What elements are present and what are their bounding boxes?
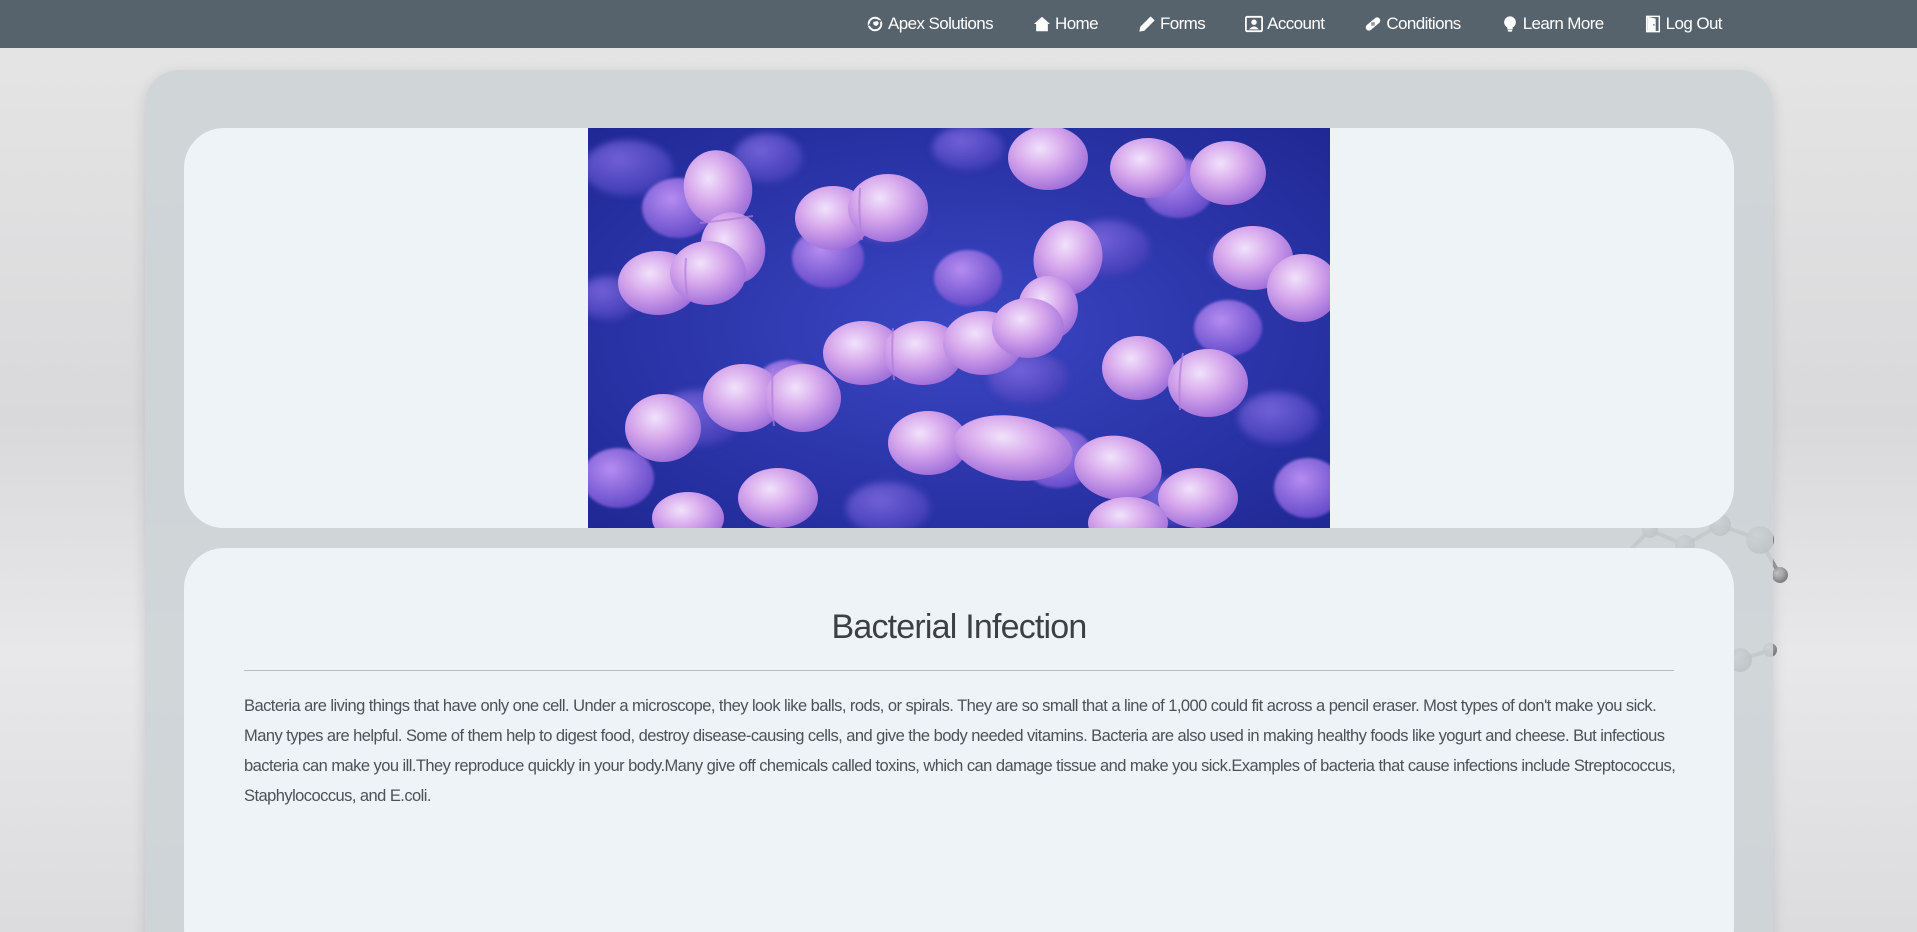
top-navbar: Apex Solutions Home Forms Account Condit… [0,0,1917,48]
nav-item-forms[interactable]: Forms [1138,14,1206,34]
article-title: Bacterial Infection [831,608,1087,646]
nav-item-home[interactable]: Home [1033,14,1099,34]
nav-item-account[interactable]: Account [1245,14,1325,34]
nav-item-learn-more[interactable]: Learn More [1501,14,1604,34]
nav-items: Apex Solutions Home Forms Account Condit… [866,0,1723,48]
nav-item-label: Log Out [1665,14,1723,33]
nav-item-label: Home [1055,14,1099,33]
nav-item-label: Conditions [1386,14,1461,33]
nav-item-log-out[interactable]: Log Out [1644,14,1723,34]
bandage-icon [1364,15,1382,33]
hero-image-card [184,128,1734,528]
nav-item-label: Account [1267,14,1325,33]
pencil-icon [1138,15,1156,33]
article-body: Bacteria are living things that have onl… [244,697,1676,805]
nav-item-label: Forms [1159,14,1206,33]
swirl-logo-icon [866,15,884,33]
lightbulb-icon [1501,15,1519,33]
title-divider [244,670,1674,671]
door-icon [1644,15,1662,33]
nav-item-apex-solutions[interactable]: Apex Solutions [866,14,994,34]
article-card: Bacterial Infection Bacteria are living … [184,548,1734,932]
nav-item-conditions[interactable]: Conditions [1364,14,1461,34]
home-icon [1033,15,1051,33]
nav-item-label: Apex Solutions [888,14,994,33]
nav-item-label: Learn More [1522,14,1605,33]
user-badge-icon [1245,15,1264,33]
bacteria-microscope-image [588,128,1330,528]
